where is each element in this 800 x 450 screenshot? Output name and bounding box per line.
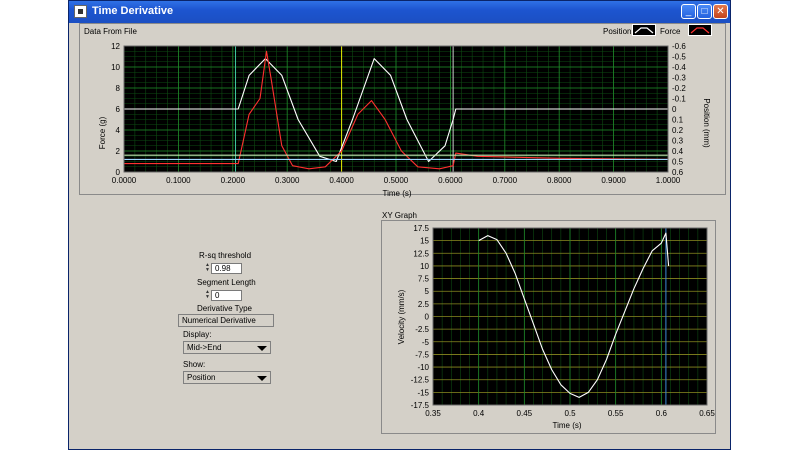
top-x-tick-label: 0.8000 bbox=[547, 176, 572, 185]
close-button[interactable]: ✕ bbox=[713, 4, 728, 19]
app-icon bbox=[74, 5, 87, 18]
xy-x-tick-label: 0.4 bbox=[473, 409, 485, 418]
top-ylabel-left: Force (g) bbox=[98, 116, 107, 149]
derivative-type-field[interactable]: Numerical Derivative bbox=[178, 314, 274, 327]
xy-x-tick-label: 0.35 bbox=[425, 409, 441, 418]
display-dropdown[interactable]: Mid->End bbox=[183, 341, 271, 354]
xy-y-tick-label: 7.5 bbox=[418, 275, 430, 284]
legend-force-swatch[interactable] bbox=[688, 24, 712, 36]
xy-graph[interactable]: 17.5 15 12.5 10 7.5 5 2.5 0 -2.5 -5 -7.5 -10 -12.5 -1… bbox=[381, 220, 716, 434]
legend-force-label: Force bbox=[660, 27, 681, 36]
top-x-tick-label: 1.0000 bbox=[656, 176, 681, 185]
top-xlabel: Time (s) bbox=[382, 189, 411, 198]
top-graph-label: Data From File bbox=[84, 27, 137, 36]
top-y-left-tick-label: 2 bbox=[116, 147, 121, 156]
xy-y-tick-label: 0 bbox=[425, 313, 430, 322]
top-x-tick-label: 0.0000 bbox=[112, 176, 137, 185]
xy-y-tick-label: -15 bbox=[417, 388, 429, 397]
xy-x-tick-label: 0.6 bbox=[656, 409, 668, 418]
rsq-spinner[interactable]: ▲ ▼ bbox=[205, 263, 210, 274]
top-y-left-tick-label: 12 bbox=[111, 42, 120, 51]
xy-x-tick-label: 0.45 bbox=[517, 409, 533, 418]
maximize-button[interactable]: □ bbox=[697, 4, 712, 19]
top-y-right-tick-label: -0.4 bbox=[672, 63, 686, 72]
top-y-right-tick-label: -0.5 bbox=[672, 53, 686, 62]
top-y-right-tick-label: 0.5 bbox=[672, 158, 684, 167]
top-x-tick-label: 0.9000 bbox=[601, 176, 626, 185]
xy-y-tick-label: 5 bbox=[425, 287, 430, 296]
chevron-down-icon bbox=[257, 346, 267, 351]
segment-length-label: Segment Length bbox=[197, 278, 256, 287]
xy-x-tick-label: 0.5 bbox=[564, 409, 576, 418]
xy-ylabel: Velocity (mm/s) bbox=[397, 289, 406, 344]
window-title: Time Derivative bbox=[92, 5, 174, 17]
top-x-tick-label: 0.3000 bbox=[275, 176, 300, 185]
top-y-left-tick-label: 8 bbox=[116, 84, 121, 93]
top-x-tick-label: 0.7000 bbox=[493, 176, 518, 185]
xy-y-tick-label: 17.5 bbox=[413, 224, 429, 233]
top-y-right-tick-label: 0 bbox=[672, 105, 677, 114]
xy-y-tick-label: -5 bbox=[422, 338, 430, 347]
top-x-tick-label: 0.5000 bbox=[384, 176, 409, 185]
top-y-right-tick-label: 0.3 bbox=[672, 137, 684, 146]
display-dropdown-value: Mid->End bbox=[187, 343, 222, 352]
show-dropdown[interactable]: Position bbox=[183, 371, 271, 384]
top-y-left-tick-label: 0 bbox=[116, 168, 121, 177]
xy-y-tick-label: 10 bbox=[420, 262, 429, 271]
show-label: Show: bbox=[183, 360, 206, 369]
top-y-right-tick-label: 0.6 bbox=[672, 168, 684, 177]
segment-length-input[interactable]: 0 bbox=[211, 290, 242, 301]
xy-y-tick-label: -7.5 bbox=[415, 350, 429, 359]
top-y-right-tick-label: -0.3 bbox=[672, 74, 686, 83]
top-y-right-tick-label: -0.6 bbox=[672, 42, 686, 51]
xy-x-tick-label: 0.55 bbox=[608, 409, 624, 418]
legend-position-label: Position bbox=[603, 27, 632, 36]
rsq-label: R-sq threshold bbox=[199, 251, 252, 260]
rsq-input[interactable]: 0.98 bbox=[211, 263, 242, 274]
top-y-left-tick-label: 6 bbox=[116, 105, 121, 114]
derivative-type-label: Derivative Type bbox=[197, 304, 252, 313]
top-y-right-tick-label: 0.1 bbox=[672, 116, 684, 125]
legend-position-swatch[interactable] bbox=[632, 24, 656, 36]
xy-y-tick-label: 2.5 bbox=[418, 300, 430, 309]
minimize-button[interactable]: _ bbox=[681, 4, 696, 19]
top-y-right-tick-label: -0.2 bbox=[672, 84, 686, 93]
xy-x-tick-label: 0.65 bbox=[699, 409, 715, 418]
xy-xlabel: Time (s) bbox=[552, 421, 581, 430]
top-x-tick-label: 0.2000 bbox=[221, 176, 246, 185]
xy-y-tick-label: -12.5 bbox=[411, 376, 430, 385]
segment-length-spinner[interactable]: ▲ ▼ bbox=[205, 290, 210, 301]
top-graph[interactable]: 0.0000 0.1000 0.2000 0.3000 0.4000 0.5000 0.60… bbox=[79, 38, 726, 198]
top-x-tick-label: 0.4000 bbox=[329, 176, 354, 185]
show-dropdown-value: Position bbox=[187, 373, 216, 382]
xy-y-tick-label: 12.5 bbox=[413, 249, 429, 258]
top-y-left-tick-label: 10 bbox=[111, 63, 120, 72]
xy-y-tick-label: 15 bbox=[420, 237, 429, 246]
xy-y-tick-label: -10 bbox=[417, 363, 429, 372]
top-y-right-tick-label: -0.1 bbox=[672, 95, 686, 104]
top-y-left-tick-label: 4 bbox=[116, 126, 121, 135]
xy-y-tick-label: -2.5 bbox=[415, 325, 429, 334]
top-y-right-tick-label: 0.2 bbox=[672, 126, 684, 135]
display-label: Display: bbox=[183, 330, 212, 339]
chevron-down-icon bbox=[257, 376, 267, 381]
top-x-tick-label: 0.1000 bbox=[166, 176, 191, 185]
title-bar[interactable]: Time Derivative _ □ ✕ bbox=[69, 1, 730, 23]
xy-graph-label: XY Graph bbox=[382, 211, 417, 220]
top-ylabel-right: Position (mm) bbox=[702, 98, 711, 148]
top-y-right-tick-label: 0.4 bbox=[672, 147, 684, 156]
top-x-tick-label: 0.6000 bbox=[438, 176, 463, 185]
